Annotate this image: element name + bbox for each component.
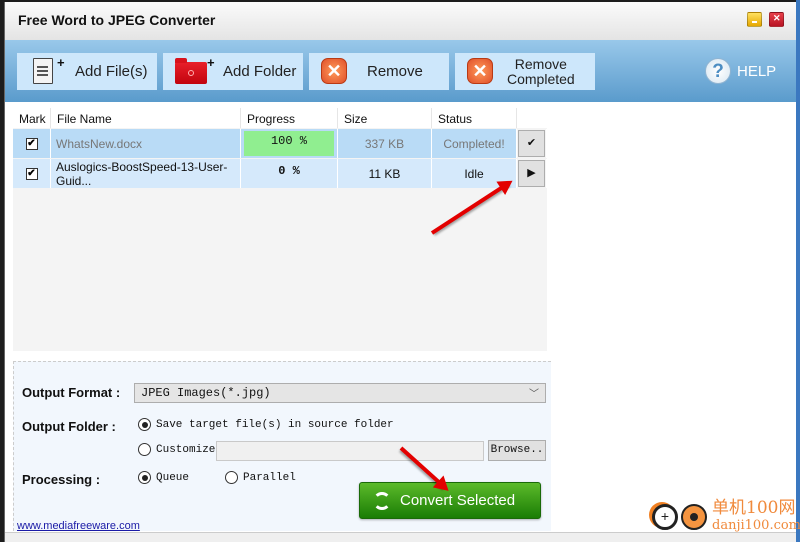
remove-icon: ✕ bbox=[321, 58, 347, 84]
column-header-size[interactable]: Size bbox=[338, 108, 432, 128]
remove-completed-label: Remove Completed bbox=[507, 55, 575, 87]
file-size: 11 KB bbox=[338, 159, 432, 188]
document-add-icon bbox=[33, 58, 53, 84]
file-status: Completed! bbox=[432, 129, 517, 158]
watermark-text: 单机100网 danji100.com bbox=[712, 500, 800, 534]
radio-unselected-icon bbox=[138, 443, 151, 456]
add-folder-button[interactable]: + Add Folder bbox=[163, 53, 303, 90]
desktop-background bbox=[796, 0, 800, 542]
add-files-label: Add File(s) bbox=[75, 63, 148, 80]
help-icon: ? bbox=[705, 58, 731, 84]
table-row[interactable]: ✔ Auslogics-BoostSpeed-13-User-Guid... 0… bbox=[13, 159, 547, 188]
radio-selected-icon bbox=[138, 471, 151, 484]
remove-completed-label-line1: Remove bbox=[514, 55, 567, 72]
customize-radio[interactable]: Customize bbox=[138, 443, 215, 456]
file-name: Auslogics-BoostSpeed-13-User-Guid... bbox=[51, 159, 241, 188]
remove-button[interactable]: ✕ Remove bbox=[309, 53, 449, 90]
checkmark-icon[interactable]: ✔ bbox=[518, 130, 545, 157]
watermark-line2: danji100.com bbox=[712, 518, 800, 533]
processing-label: Processing : bbox=[22, 472, 101, 487]
file-size: 337 KB bbox=[338, 129, 432, 158]
progress-bar: 100 % bbox=[244, 131, 334, 156]
browse-button[interactable]: Browse.. bbox=[488, 440, 546, 461]
minimize-button[interactable] bbox=[747, 12, 762, 27]
output-folder-label: Output Folder : bbox=[22, 419, 116, 434]
remove-completed-button[interactable]: ✕ Remove Completed bbox=[455, 53, 595, 90]
plus-icon: + bbox=[207, 55, 215, 70]
help-label: HELP bbox=[737, 62, 777, 80]
watermark-line1: 单机100网 bbox=[712, 498, 796, 518]
help-button[interactable]: ? HELP bbox=[705, 58, 776, 84]
radio-unselected-icon bbox=[225, 471, 238, 484]
plus-icon: + bbox=[57, 55, 65, 70]
file-list: Mark File Name Progress Size Status ✔ Wh… bbox=[13, 108, 547, 351]
output-format-value: JPEG Images(*.jpg) bbox=[141, 386, 271, 400]
watermark-logo-plus-icon: + bbox=[652, 504, 678, 530]
remove-completed-icon: ✕ bbox=[467, 58, 493, 84]
output-format-select[interactable]: JPEG Images(*.jpg) ﹀ bbox=[134, 383, 546, 403]
main-panel: Mark File Name Progress Size Status ✔ Wh… bbox=[5, 102, 551, 542]
chevron-down-icon: ﹀ bbox=[529, 390, 539, 401]
column-header-progress[interactable]: Progress bbox=[241, 108, 338, 128]
remove-label: Remove bbox=[367, 63, 423, 80]
right-panel bbox=[551, 102, 797, 542]
close-button[interactable] bbox=[769, 12, 784, 27]
play-icon[interactable]: ▶ bbox=[518, 160, 545, 187]
column-header-action bbox=[517, 108, 547, 128]
toolbar: + Add File(s) + Add Folder ✕ Remove ✕ Re… bbox=[5, 40, 797, 102]
queue-label: Queue bbox=[156, 471, 190, 484]
save-in-source-radio[interactable]: Save target file(s) in source folder bbox=[138, 418, 394, 431]
radio-selected-icon bbox=[138, 418, 151, 431]
save-in-source-label: Save target file(s) in source folder bbox=[156, 418, 394, 431]
app-window: Free Word to JPEG Converter + Add File(s… bbox=[4, 2, 797, 542]
add-files-button[interactable]: + Add File(s) bbox=[17, 53, 157, 90]
column-header-file-name[interactable]: File Name bbox=[51, 108, 241, 128]
progress-bar: 0 % bbox=[278, 164, 300, 178]
mark-checkbox[interactable]: ✔ bbox=[25, 167, 38, 180]
parallel-radio[interactable]: Parallel bbox=[225, 471, 296, 484]
website-link[interactable]: www.mediafreeware.com bbox=[17, 520, 140, 532]
file-name: WhatsNew.docx bbox=[51, 129, 241, 158]
add-folder-label: Add Folder bbox=[223, 63, 297, 80]
mark-checkbox[interactable]: ✔ bbox=[25, 137, 38, 150]
table-row[interactable]: ✔ WhatsNew.docx 100 % 337 KB Completed! … bbox=[13, 129, 547, 158]
title-bar: Free Word to JPEG Converter bbox=[5, 2, 797, 40]
remove-completed-label-line2: Completed bbox=[507, 70, 575, 87]
column-header-mark[interactable]: Mark bbox=[13, 108, 51, 128]
column-header-status[interactable]: Status bbox=[432, 108, 517, 128]
window-title: Free Word to JPEG Converter bbox=[18, 12, 216, 28]
queue-radio[interactable]: Queue bbox=[138, 471, 189, 484]
folder-add-icon bbox=[175, 58, 207, 84]
refresh-icon bbox=[373, 491, 391, 510]
file-list-header: Mark File Name Progress Size Status bbox=[13, 108, 547, 128]
parallel-label: Parallel bbox=[243, 471, 296, 484]
options-panel: Output Format : JPEG Images(*.jpg) ﹀ Out… bbox=[13, 361, 551, 531]
watermark: + 单机100网 danji100.com bbox=[652, 500, 800, 534]
output-format-label: Output Format : bbox=[22, 385, 121, 400]
convert-selected-label: Convert Selected bbox=[400, 492, 516, 509]
custom-folder-input[interactable] bbox=[216, 441, 484, 461]
watermark-logo-dot-icon bbox=[681, 504, 707, 530]
customize-label: Customize bbox=[156, 443, 216, 456]
